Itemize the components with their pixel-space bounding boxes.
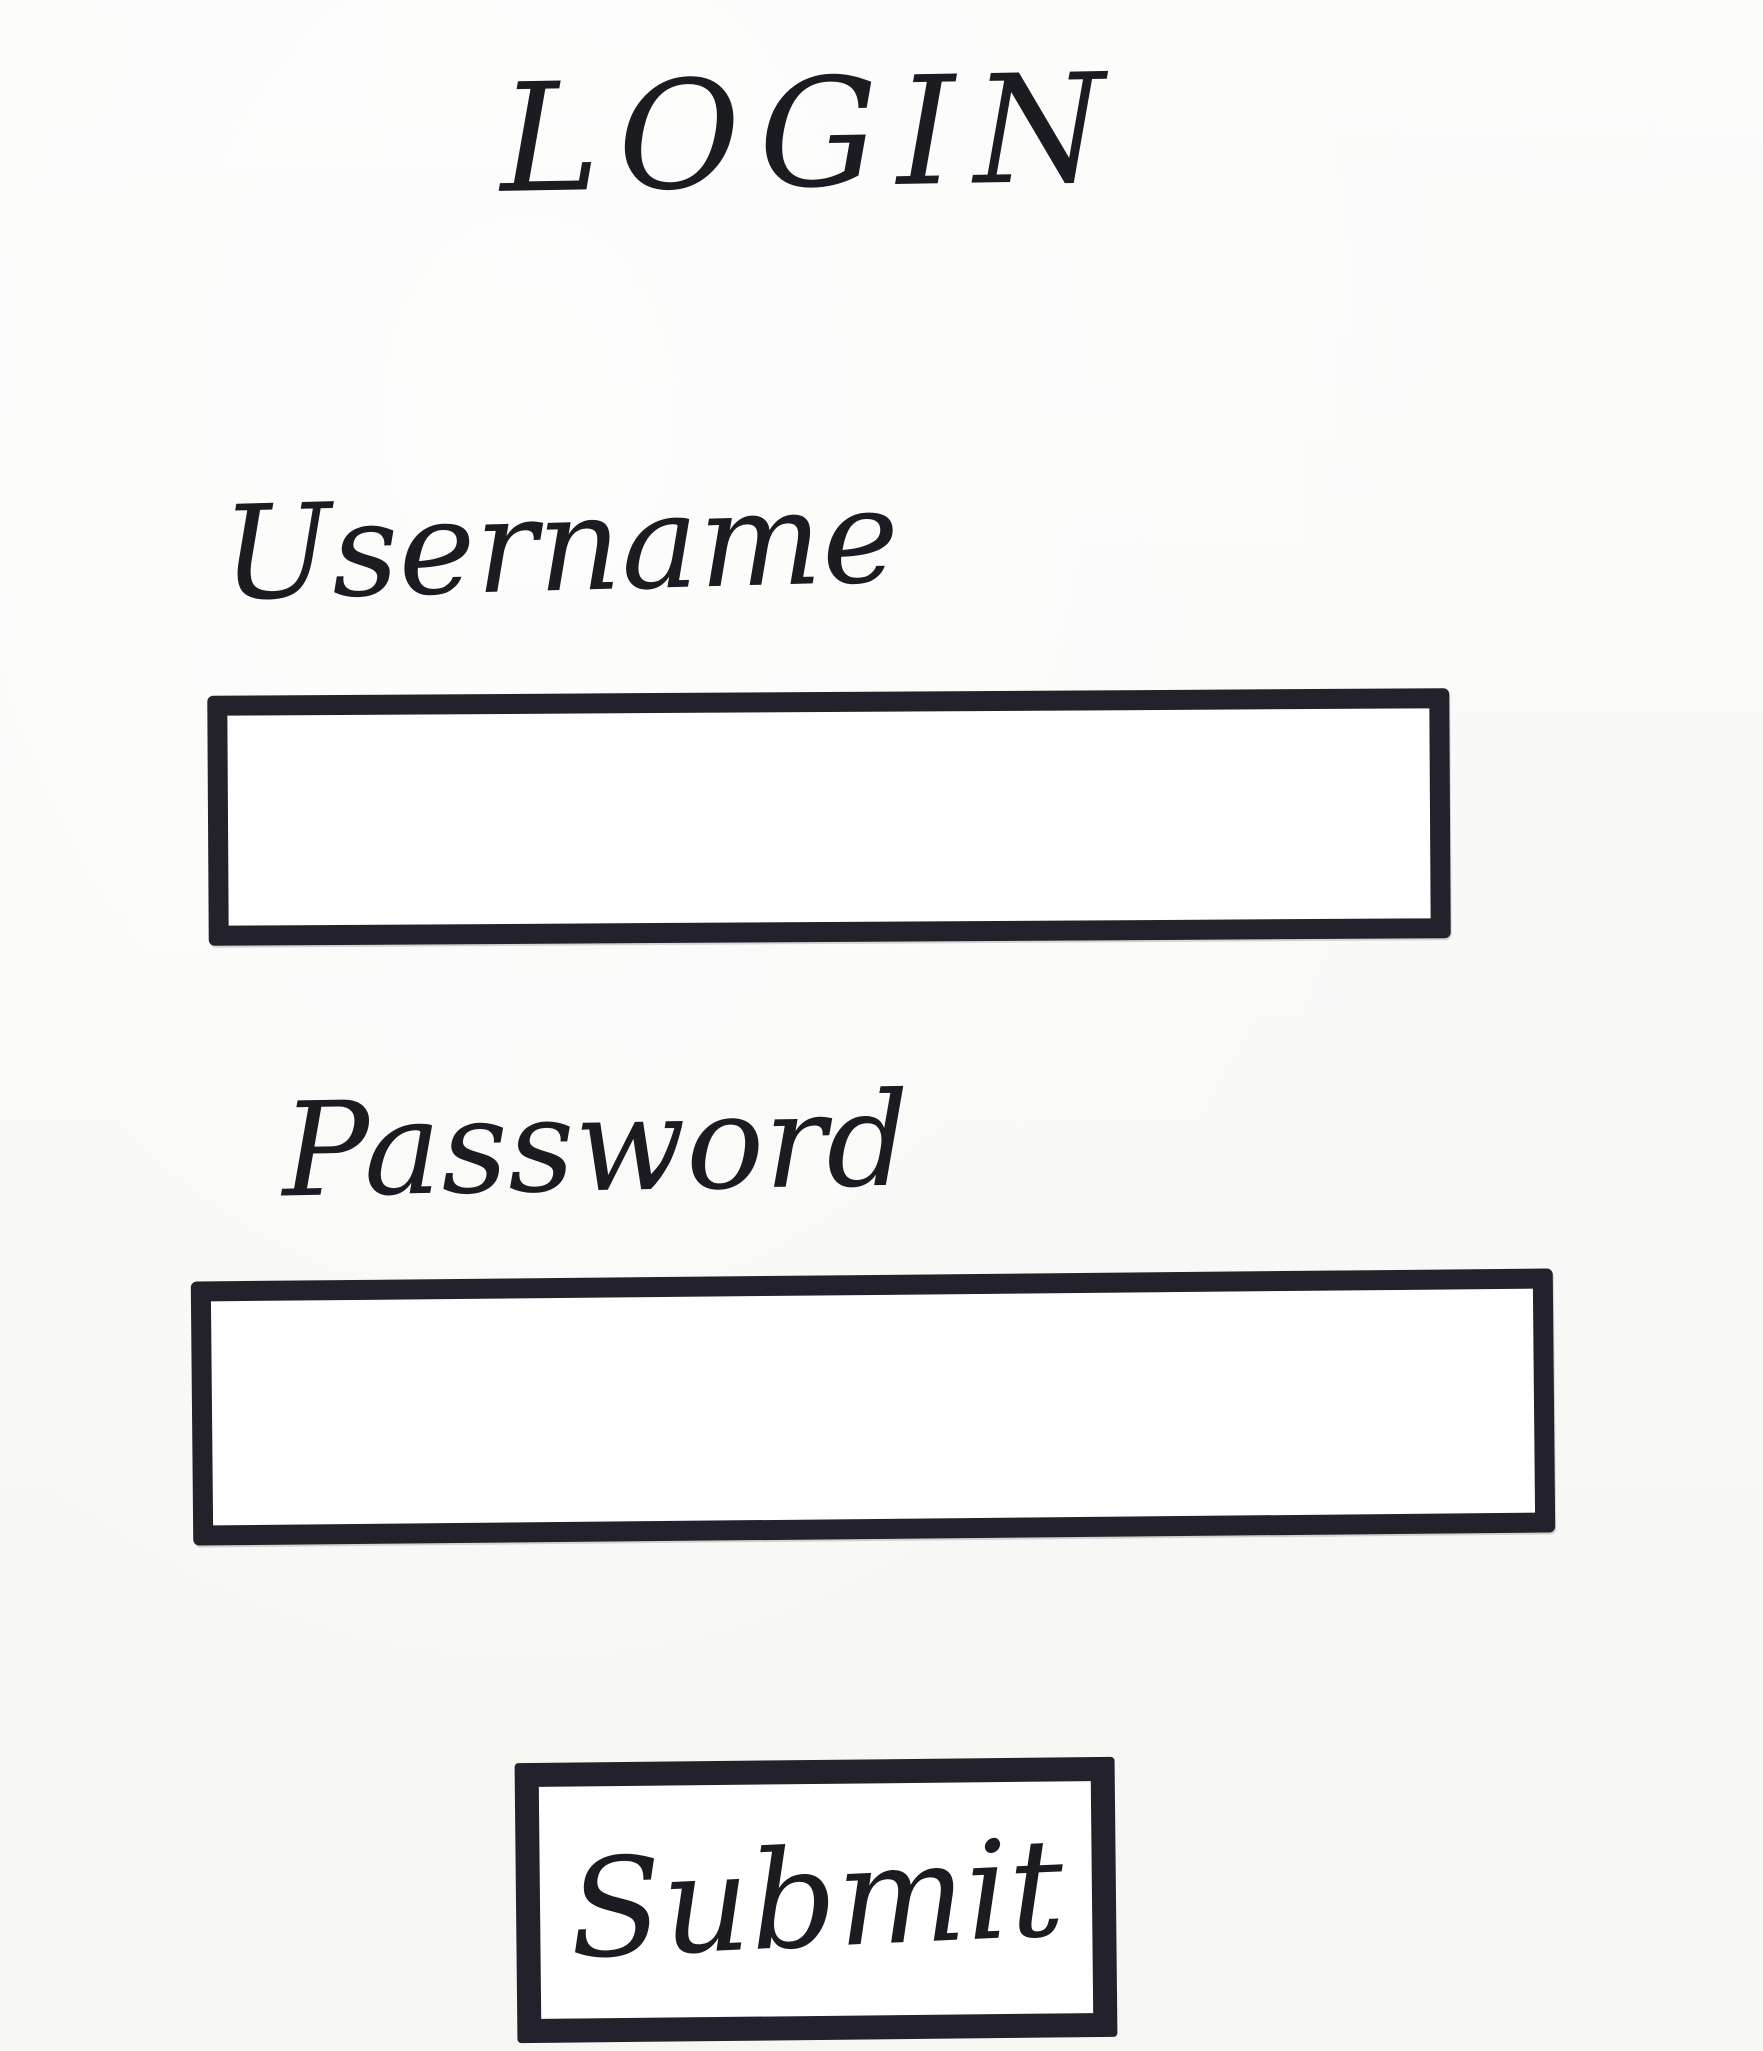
submit-button[interactable]: Submit xyxy=(514,1756,1118,2044)
page-title: LOGIN xyxy=(498,42,1125,227)
username-label: Username xyxy=(220,460,901,630)
password-label: Password xyxy=(280,1063,911,1227)
submit-button-label: Submit xyxy=(565,1809,1067,1991)
username-field-box xyxy=(207,688,1451,946)
password-input[interactable] xyxy=(210,1288,1536,1526)
login-sketch-canvas: LOGIN Username Password Submit xyxy=(0,0,1763,2051)
username-input[interactable] xyxy=(227,708,1431,926)
password-field-box xyxy=(190,1268,1556,1546)
